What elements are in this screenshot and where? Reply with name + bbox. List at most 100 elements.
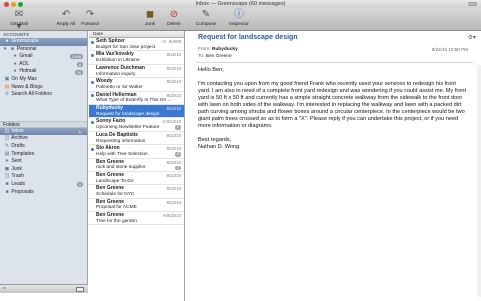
- sort-by-date-header[interactable]: Date: [89, 31, 184, 38]
- header-divider: [196, 62, 473, 63]
- message-date: 9/22/10: [166, 92, 181, 98]
- search-icon: ⚲: [5, 91, 9, 98]
- disclosure-triangle-icon[interactable]: ▾: [2, 46, 8, 54]
- thread-count-badge[interactable]: 2: [174, 165, 181, 171]
- activity-icon[interactable]: ≈: [3, 286, 6, 292]
- sidebar-item-leads[interactable]: ■ Leads 5: [0, 181, 87, 189]
- folder-icon: ■: [5, 188, 9, 195]
- reading-pane: Request for landscape design ⚙▾ From: Ru…: [186, 31, 481, 301]
- message-date: 9/22/10: [166, 65, 181, 71]
- sidebar-item-drafts[interactable]: ✎ Drafts: [0, 143, 87, 151]
- message-row[interactable]: Ben Greene ✉ Tree for the garden 9/22/10: [89, 212, 184, 226]
- compose-button[interactable]: ✎ Compose: [193, 9, 219, 27]
- message-row[interactable]: Ben Greene Landscape To-Do 9/22/10: [89, 172, 184, 186]
- junk-icon: ◼: [145, 9, 155, 20]
- message-subject: Request for landscape design: [198, 34, 298, 41]
- message-row[interactable]: Ben Greene Schedule for NYC 9/22/10: [89, 185, 184, 199]
- show-hide-panel-icon[interactable]: [76, 287, 84, 292]
- unread-dot-icon: [91, 80, 95, 85]
- get-mail-button[interactable]: ✉▾ Get Mail: [4, 9, 34, 32]
- reply-all-icon: ↶: [61, 9, 71, 20]
- message-body: Hello Ben, I'm contacting you upon from …: [198, 67, 468, 158]
- junk-label: Junk: [144, 22, 156, 27]
- message-row[interactable]: Rubyducky Request for landscape design 9/2…: [89, 104, 184, 119]
- unread-dot-icon: [91, 40, 95, 44]
- message-subject-preview: Palmetto or Sir Walter: [96, 84, 143, 90]
- sidebar-item-on-my-mac[interactable]: ▣ On My Mac: [0, 76, 87, 84]
- account-icon: ●: [13, 60, 17, 67]
- signature: Nathan D. Wong: [198, 144, 240, 150]
- minimize-window-button[interactable]: [11, 1, 16, 7]
- sent-icon: ➤: [4, 158, 10, 165]
- message-row[interactable]: Luca De Baptistis Requesting information 9…: [89, 132, 184, 146]
- message-row[interactable]: Mia Vas'kovskiy Exhibition in Ukraine 9/22…: [89, 51, 184, 65]
- account-icon: ●: [13, 53, 17, 60]
- message-subject-preview: Upcoming Newsletter Feature: [96, 125, 160, 131]
- sidebar-item-news-blogs[interactable]: ▤ News & Blogs: [0, 84, 87, 92]
- sidebar-item-archive[interactable]: ◫ Archive: [0, 135, 87, 143]
- message-row[interactable]: Sto Akron Help with Tree Selection 9/22/10…: [89, 145, 184, 159]
- inspector-button[interactable]: ⓘ Inspector: [226, 9, 252, 27]
- message-subject-preview: Requesting information: [96, 138, 146, 144]
- to-line: To: Ben Greene: [198, 54, 232, 59]
- close-window-button[interactable]: [4, 1, 9, 7]
- message-row[interactable]: Woody Palmetto or Sir Walter 9/22/10: [89, 78, 184, 92]
- zoom-window-button[interactable]: [18, 1, 23, 7]
- sidebar-item-proposals[interactable]: ■ Proposals: [0, 189, 87, 197]
- thread-count-badge[interactable]: 2: [174, 125, 181, 130]
- sidebar-item-aol[interactable]: ● AOL 8: [0, 61, 87, 69]
- unread-count-badge: 1: [76, 129, 83, 135]
- sidebar-item-label: Proposals: [11, 188, 34, 195]
- message-date: 9/22/10: [166, 146, 181, 152]
- delete-button[interactable]: ⊘ Delete: [163, 9, 185, 27]
- sidebar-item-label: Personal: [16, 45, 37, 52]
- sidebar-item-personal[interactable]: ▾ ■ Personal: [0, 46, 87, 54]
- reading-pane-scrollbar[interactable]: [477, 65, 481, 297]
- sidebar-item-hotmail[interactable]: ● Hotmail 26: [0, 68, 87, 76]
- from-line: From: Rubyducky: [198, 47, 238, 52]
- drafts-icon: ✎: [4, 142, 10, 149]
- forward-button[interactable]: ↷ Forward: [79, 9, 101, 27]
- sidebar-item-label: Gmail: [19, 53, 33, 60]
- junk-button[interactable]: ◼ Junk: [140, 9, 160, 27]
- sidebar-item-label: Archive: [11, 135, 28, 142]
- gear-icon[interactable]: ⚙▾: [468, 34, 476, 41]
- message-row[interactable]: Seth Spitzer ✉ Budget for San Jose project…: [89, 38, 184, 52]
- message-row[interactable]: Lawrence Dutchman Information inquiry 9/22…: [89, 65, 184, 79]
- sidebar: ACCOUNTS ● Greenscape ▾ ■ Personal ● Gma…: [0, 31, 88, 293]
- message-rows: Seth Spitzer ✉ Budget for San Jose project…: [89, 38, 184, 226]
- delete-label: Delete: [167, 22, 181, 27]
- sidebar-item-search-all-folders[interactable]: ⚲ Search All Folders: [0, 91, 87, 99]
- rss-icon: ▤: [4, 83, 10, 90]
- message-row[interactable]: Sonny Fazio ✉ Upcoming Newsletter Feature 9…: [89, 118, 184, 132]
- message-subject-preview: Landscape To-Do: [96, 178, 134, 184]
- recipient-name[interactable]: Ben Greene: [206, 54, 232, 59]
- unread-dot-icon: [91, 147, 95, 152]
- inspector-label: Inspector: [229, 22, 249, 27]
- sidebar-item-templates[interactable]: ▤ Templates: [0, 151, 87, 159]
- toolbar-toggle-button[interactable]: [468, 2, 477, 6]
- message-row[interactable]: Ben Greene Proposal for ACME 9/22/10: [89, 199, 184, 213]
- sidebar-item-label: Sent: [11, 158, 22, 165]
- sidebar-item-trash[interactable]: ◫ Trash: [0, 173, 87, 181]
- sidebar-item-junk[interactable]: ◼ Junk: [0, 166, 87, 174]
- forward-icon: ↷: [85, 9, 95, 20]
- greeting: Hello Ben,: [198, 67, 224, 73]
- sidebar-item-inbox[interactable]: ◫ Inbox 1: [0, 127, 87, 136]
- message-date: 9/22/10: [166, 199, 181, 205]
- message-row[interactable]: Daniel Hellerman What Type of Butterfly I…: [89, 92, 184, 105]
- sidebar-item-gmail[interactable]: ● Gmail 2408: [0, 53, 87, 61]
- message-subject-preview: Request for landscape design: [96, 111, 160, 117]
- reply-all-button[interactable]: ↶ Reply All: [55, 9, 77, 27]
- sidebar-item-sent[interactable]: ➤ Sent: [0, 158, 87, 166]
- sidebar-item-label: Trash: [11, 173, 24, 180]
- attachment-icon: ✉: [162, 39, 166, 44]
- sender-name[interactable]: Rubyducky: [212, 47, 238, 52]
- unread-count-badge: 2408: [70, 54, 83, 60]
- message-row[interactable]: Ben Greene rock and stone supplier 9/22/10…: [89, 159, 184, 172]
- compose-icon: ✎: [201, 9, 211, 20]
- sidebar-item-greenscape[interactable]: ● Greenscape: [0, 38, 87, 46]
- message-date: 9/22/10: [166, 105, 181, 111]
- thread-count-badge[interactable]: 3: [174, 152, 181, 157]
